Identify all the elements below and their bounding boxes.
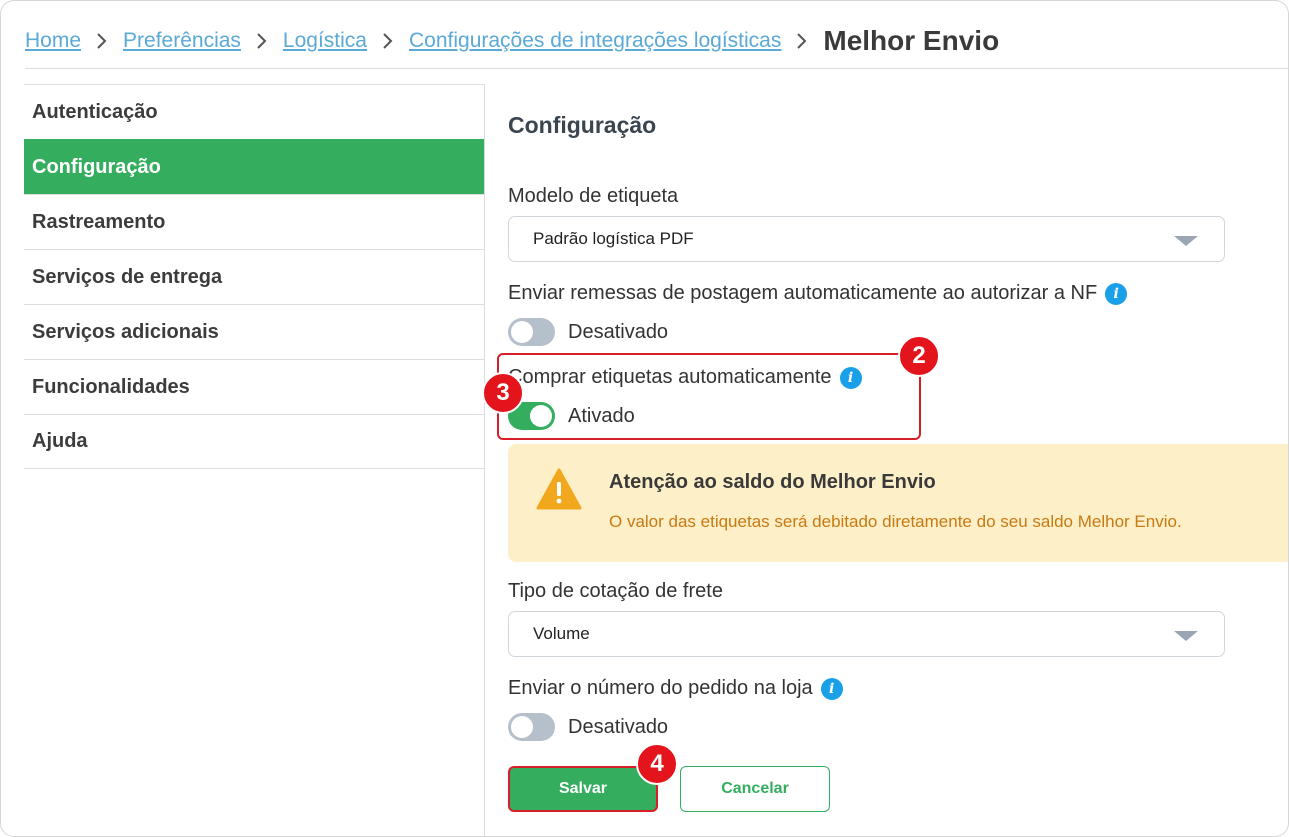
breadcrumb-home-link[interactable]: Home (25, 29, 81, 53)
order-number-state: Desativado (568, 715, 669, 738)
chevron-right-icon (241, 33, 283, 49)
order-number-label: Enviar o número do pedido na loja i (508, 677, 843, 700)
breadcrumb: Home Preferências Logística Configuraçõe… (25, 21, 999, 61)
breadcrumb-integrations-link[interactable]: Configurações de integrações logísticas (409, 29, 781, 53)
sidebar-item-funcionalidades[interactable]: Funcionalidades (24, 359, 484, 414)
sidebar-item-autenticacao[interactable]: Autenticação (24, 84, 484, 139)
auto-buy-label: Comprar etiquetas automaticamente i (508, 366, 862, 389)
save-button[interactable]: Salvar (508, 766, 658, 812)
step-badge-3: 3 (482, 372, 524, 414)
label-template-select[interactable]: Padrão logística PDF (508, 216, 1225, 262)
app-window: Home Preferências Logística Configuraçõe… (0, 0, 1289, 837)
auto-send-state: Desativado (568, 320, 669, 343)
chevron-right-icon (367, 33, 409, 49)
sidebar-divider (484, 84, 485, 836)
quote-type-select[interactable]: Volume (508, 611, 1225, 657)
warning-alert: Atenção ao saldo do Melhor Envio O valor… (482, 372, 1288, 562)
sidebar-item-servicos-de-entrega[interactable]: Serviços de entrega (24, 249, 484, 304)
alert-title: Atenção ao saldo do Melhor Envio (609, 471, 936, 493)
page-title: Melhor Envio (823, 25, 1000, 56)
auto-send-label-text: Enviar remessas de postagem automaticame… (508, 282, 1098, 304)
step-badge-4: 4 (636, 743, 678, 785)
label-template-label: Modelo de etiqueta (508, 185, 678, 208)
quote-type-label-text: Tipo de cotação de frete (508, 580, 723, 602)
info-icon[interactable]: i (839, 366, 862, 389)
chevron-right-icon (781, 33, 823, 49)
info-icon[interactable]: i (820, 677, 843, 700)
breadcrumb-logistics-link[interactable]: Logística (283, 29, 367, 53)
auto-buy-toggle-row: Ativado (508, 402, 635, 430)
sidebar-item-ajuda[interactable]: Ajuda (24, 414, 484, 469)
order-number-label-text: Enviar o número do pedido na loja (508, 677, 813, 699)
auto-buy-state: Ativado (568, 404, 635, 427)
alert-text: O valor das etiquetas será debitado dire… (609, 512, 1182, 531)
toggle-knob (511, 321, 533, 343)
caret-down-icon (1174, 236, 1198, 246)
auto-send-toggle-row: Desativado (508, 318, 668, 346)
chevron-right-icon (81, 33, 123, 49)
header-divider (25, 68, 1288, 69)
auto-send-toggle[interactable] (508, 318, 555, 346)
warning-triangle-icon (536, 468, 582, 510)
toggle-knob (511, 716, 533, 738)
sidebar-item-servicos-adicionais[interactable]: Serviços adicionais (24, 304, 484, 359)
auto-send-label: Enviar remessas de postagem automaticame… (508, 282, 1128, 305)
section-title: Configuração (508, 112, 657, 138)
label-template-label-text: Modelo de etiqueta (508, 185, 679, 207)
quote-type-label: Tipo de cotação de frete (508, 580, 723, 603)
step-badge-2: 2 (898, 335, 940, 377)
breadcrumb-preferences-link[interactable]: Preferências (123, 29, 241, 53)
sidebar: Autenticação Configuração Rastreamento S… (24, 84, 484, 469)
cancel-button[interactable]: Cancelar (680, 766, 830, 812)
info-icon[interactable]: i (1105, 282, 1128, 305)
quote-type-value: Volume (533, 624, 590, 643)
order-number-toggle-row: Desativado (508, 713, 668, 741)
sidebar-item-configuracao[interactable]: Configuração (24, 139, 484, 194)
sidebar-item-rastreamento[interactable]: Rastreamento (24, 194, 484, 249)
label-template-value: Padrão logística PDF (533, 229, 694, 248)
toggle-knob (530, 405, 552, 427)
auto-buy-label-text: Comprar etiquetas automaticamente (508, 366, 832, 388)
caret-down-icon (1174, 631, 1198, 641)
order-number-toggle[interactable] (508, 713, 555, 741)
